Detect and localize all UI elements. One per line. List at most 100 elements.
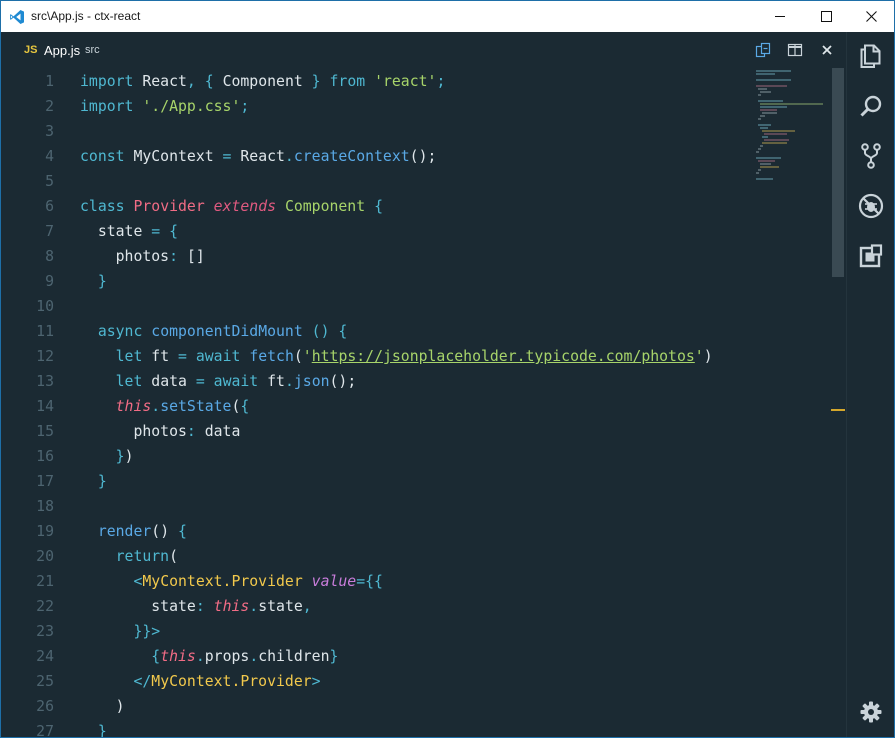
code-token: render (97, 523, 152, 540)
code-line[interactable]: 24 {this.props.children} (1, 644, 831, 669)
close-window-button[interactable] (848, 1, 894, 32)
line-code: const MyContext = React.createContext(); (80, 144, 436, 169)
gear-icon[interactable] (858, 699, 884, 725)
code-token: . (249, 598, 259, 615)
code-token: React (231, 148, 285, 165)
code-token: }}> (133, 623, 161, 640)
debug-icon[interactable] (858, 193, 884, 219)
code-token: class (80, 198, 125, 215)
code-line[interactable]: 20 return( (1, 544, 831, 569)
line-code: photos: data (80, 419, 240, 444)
code-editor[interactable]: 1 import React, { Component } from 'react… (1, 68, 831, 738)
code-line[interactable]: 23 }}> (1, 619, 831, 644)
editor-scrollbar[interactable] (831, 68, 845, 737)
code-line[interactable]: 7 state = { (1, 219, 831, 244)
code-token: . (284, 148, 294, 165)
code-line[interactable]: 15 photos: data (1, 419, 831, 444)
code-line[interactable]: 13 let data = await ft.json(); (1, 369, 831, 394)
scrollbar-thumb[interactable] (832, 68, 844, 277)
code-token: await (213, 373, 259, 390)
code-token: } (311, 73, 321, 90)
code-line[interactable]: 5 (1, 169, 831, 194)
code-token: { (169, 223, 179, 240)
code-token: . (284, 373, 294, 390)
code-token: ) (703, 348, 713, 365)
code-line[interactable]: 19 render() { (1, 519, 831, 544)
code-line[interactable]: 4 const MyContext = React.createContext()… (1, 144, 831, 169)
code-token: { (178, 523, 187, 540)
code-token: MyContext.Provider (151, 673, 312, 690)
line-number: 4 (45, 148, 54, 165)
code-line[interactable]: 12 let ft = await fetch('https://jsonpla… (1, 344, 831, 369)
code-line[interactable]: 27 } (1, 719, 831, 738)
code-line[interactable]: 26 ) (1, 694, 831, 719)
code-line[interactable]: 17 } (1, 469, 831, 494)
code-line[interactable]: 22 state: this.state, (1, 594, 831, 619)
code-token: : (169, 248, 179, 265)
line-code: return( (80, 544, 178, 569)
source-control-icon[interactable] (858, 143, 884, 169)
code-line[interactable]: 25 </MyContext.Provider> (1, 669, 831, 694)
code-token: } (97, 273, 107, 290)
code-token: : (186, 423, 196, 440)
maximize-icon (820, 11, 832, 22)
extensions-icon[interactable] (858, 243, 884, 269)
code-token: from (329, 73, 366, 90)
code-line[interactable]: 18 (1, 494, 831, 519)
code-line[interactable]: 2 import './App.css'; (1, 94, 831, 119)
code-line[interactable]: 3 (1, 119, 831, 144)
code-token: ={{ (356, 573, 383, 590)
code-line[interactable]: 8 photos: [] (1, 244, 831, 269)
minimize-button[interactable] (757, 1, 803, 32)
code-token: state (80, 223, 152, 240)
line-number: 17 (36, 473, 54, 490)
close-editor-icon[interactable] (818, 41, 836, 59)
open-changes-icon[interactable] (754, 41, 772, 59)
code-token: ; (240, 98, 250, 115)
line-number: 11 (36, 323, 54, 340)
line-number: 9 (45, 273, 54, 290)
minimap[interactable] (753, 68, 831, 198)
line-number: 18 (36, 498, 54, 515)
code-line[interactable]: 14 this.setState({ (1, 394, 831, 419)
code-token: setState (160, 398, 232, 415)
code-token: Provider (133, 198, 205, 215)
line-code: import './App.css'; (80, 94, 249, 119)
files-icon[interactable] (858, 43, 884, 69)
code-line[interactable]: 16 }) (1, 444, 831, 469)
line-code: let data = await ft.json(); (80, 369, 357, 394)
line-number: 25 (36, 673, 54, 690)
code-token: extends (213, 198, 277, 215)
window-title: src\App.js - ctx-react (31, 9, 141, 23)
code-token: () (311, 323, 330, 340)
line-code: state: this.state, (80, 594, 311, 619)
search-icon[interactable] (858, 93, 884, 119)
code-token: data (195, 423, 241, 440)
code-line[interactable]: 11 async componentDidMount () { (1, 319, 831, 344)
line-number: 27 (36, 723, 54, 738)
code-line[interactable]: 6 class Provider extends Component { (1, 194, 831, 219)
code-line[interactable]: 9 } (1, 269, 831, 294)
maximize-button[interactable] (803, 1, 849, 32)
code-line[interactable]: 10 (1, 294, 831, 319)
line-number: 13 (36, 373, 54, 390)
code-token: './App.css' (142, 98, 241, 115)
code-token: componentDidMount (151, 323, 303, 340)
tab-file-name[interactable]: App.js (44, 43, 80, 58)
split-editor-icon[interactable] (786, 41, 804, 59)
code-token: { (151, 648, 161, 665)
line-number: 14 (36, 398, 54, 415)
title-bar: src\App.js - ctx-react (1, 1, 894, 32)
code-line[interactable]: 21 <MyContext.Provider value={{ (1, 569, 831, 594)
code-line[interactable]: 1 import React, { Component } from 'react… (1, 69, 831, 94)
